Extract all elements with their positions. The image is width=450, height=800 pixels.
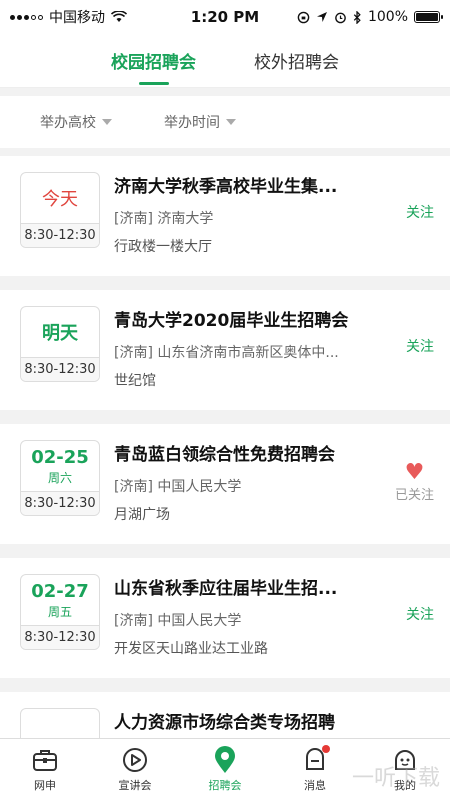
caret-down-icon bbox=[226, 119, 236, 125]
filter-host-time[interactable]: 举办时间 bbox=[164, 112, 236, 132]
alarm-icon bbox=[335, 12, 346, 23]
follow-button[interactable]: 关注 bbox=[406, 336, 434, 356]
follow-button[interactable]: 关注 bbox=[406, 604, 434, 624]
nav-label: 消息 bbox=[304, 778, 326, 792]
event-info: 山东省秋季应往届毕业生招... [济南] 中国人民大学 开发区天山路业达工业路 bbox=[114, 574, 374, 658]
event-time: 8:30-12:30 bbox=[21, 357, 99, 381]
filter-host-university[interactable]: 举办高校 bbox=[40, 112, 112, 132]
event-date: 02-25 bbox=[31, 446, 89, 468]
event-time: 8:30-12:30 bbox=[21, 625, 99, 649]
event-info: 人力资源市场综合类专场招聘 bbox=[114, 708, 374, 733]
nav-messages[interactable]: 消息 bbox=[270, 739, 360, 800]
filter-host-university-label: 举办高校 bbox=[40, 115, 96, 131]
location-pin-icon bbox=[212, 745, 238, 773]
follow-button[interactable]: 关注 bbox=[406, 202, 434, 222]
date-box: 明天 8:30-12:30 bbox=[20, 306, 100, 382]
event-title: 人力资源市场综合类专场招聘 bbox=[114, 713, 335, 733]
watermark: 一听下载 bbox=[351, 766, 440, 791]
event-date: 明天 bbox=[42, 323, 78, 344]
event-weekday: 周五 bbox=[47, 604, 72, 619]
event-list: 今天 8:30-12:30 济南大学秋季高校毕业生集... [济南] 济南大学 … bbox=[0, 156, 450, 800]
date-box: 02-27 周五 8:30-12:30 bbox=[20, 574, 100, 650]
top-tabs: 校园招聘会 校外招聘会 bbox=[0, 34, 450, 88]
date-box: 今天 8:30-12:30 bbox=[20, 172, 100, 248]
caret-down-icon bbox=[102, 119, 112, 125]
event-title: 青岛蓝白领综合性免费招聘会 bbox=[114, 445, 335, 465]
signal-icon bbox=[10, 14, 43, 20]
followed-label: 已关注 bbox=[394, 488, 434, 503]
event-time: 8:30-12:30 bbox=[21, 223, 99, 247]
event-date: 今天 bbox=[42, 189, 78, 210]
event-title: 济南大学秋季高校毕业生集... bbox=[114, 177, 338, 197]
event-title: 青岛大学2020届毕业生招聘会 bbox=[114, 311, 349, 331]
play-icon bbox=[122, 747, 148, 773]
battery-icon bbox=[414, 11, 443, 23]
event-info: 济南大学秋季高校毕业生集... [济南] 济南大学 行政楼一楼大厅 bbox=[114, 172, 374, 256]
message-icon bbox=[302, 744, 330, 773]
event-card[interactable]: 02-27 周五 8:30-12:30 山东省秋季应往届毕业生招... [济南]… bbox=[0, 558, 450, 678]
status-time: 1:20 PM bbox=[190, 8, 260, 26]
wifi-icon bbox=[111, 11, 127, 22]
event-location: [济南] 济南大学 bbox=[114, 211, 214, 227]
nav-presentation[interactable]: 宣讲会 bbox=[90, 739, 180, 800]
date-main: 02-27 周五 bbox=[21, 575, 99, 625]
event-card[interactable]: 明天 8:30-12:30 青岛大学2020届毕业生招聘会 [济南] 山东省济南… bbox=[0, 290, 450, 410]
nav-label: 网申 bbox=[34, 778, 56, 792]
bluetooth-icon bbox=[353, 10, 361, 24]
event-time: 8:30-12:30 bbox=[21, 491, 99, 515]
event-info: 青岛蓝白领综合性免费招聘会 [济南] 中国人民大学 月湖广场 bbox=[114, 440, 374, 524]
status-bar: 中国移动 1:20 PM 100% bbox=[0, 0, 450, 34]
battery-percent: 100% bbox=[367, 9, 408, 25]
event-location: [济南] 中国人民大学 bbox=[114, 479, 242, 495]
event-venue: 世纪馆 bbox=[114, 373, 156, 389]
notification-dot bbox=[322, 744, 330, 753]
tab-offcampus-fair[interactable]: 校外招聘会 bbox=[254, 40, 339, 81]
nav-label: 招聘会 bbox=[208, 778, 242, 792]
bottom-nav: 网申 宣讲会 招聘会 消息 我的 一听下载 bbox=[0, 738, 450, 800]
date-main: 明天 bbox=[21, 307, 99, 357]
nav-label: 宣讲会 bbox=[118, 778, 152, 792]
event-location: [济南] 中国人民大学 bbox=[114, 613, 242, 629]
event-info: 青岛大学2020届毕业生招聘会 [济南] 山东省济南市高新区奥体中... 世纪馆 bbox=[114, 306, 374, 390]
location-arrow-icon bbox=[316, 12, 327, 22]
event-card[interactable]: 今天 8:30-12:30 济南大学秋季高校毕业生集... [济南] 济南大学 … bbox=[0, 156, 450, 276]
event-weekday: 周六 bbox=[47, 470, 72, 485]
filter-host-time-label: 举办时间 bbox=[164, 115, 220, 131]
carrier-label: 中国移动 bbox=[49, 10, 105, 26]
briefcase-icon bbox=[32, 747, 58, 773]
date-box: 02-25 周六 8:30-12:30 bbox=[20, 440, 100, 516]
event-date: 02-27 bbox=[31, 580, 89, 602]
nav-job-fair[interactable]: 招聘会 bbox=[180, 739, 270, 800]
status-left: 中国移动 bbox=[10, 7, 160, 27]
date-main: 今天 bbox=[21, 173, 99, 223]
followed-button[interactable]: ♥ 已关注 bbox=[394, 460, 434, 504]
rotation-lock-icon bbox=[297, 11, 310, 23]
event-venue: 开发区天山路业达工业路 bbox=[114, 641, 268, 657]
status-right: 100% bbox=[290, 9, 443, 25]
event-location: [济南] 山东省济南市高新区奥体中... bbox=[114, 345, 339, 361]
event-venue: 行政楼一楼大厅 bbox=[114, 239, 212, 255]
nav-online-apply[interactable]: 网申 bbox=[0, 739, 90, 800]
heart-icon: ♥ bbox=[404, 460, 425, 485]
filter-bar: 举办高校 举办时间 bbox=[0, 96, 450, 148]
event-card[interactable]: 02-25 周六 8:30-12:30 青岛蓝白领综合性免费招聘会 [济南] 中… bbox=[0, 424, 450, 544]
tab-campus-fair[interactable]: 校园招聘会 bbox=[111, 40, 196, 81]
date-main: 02-25 周六 bbox=[21, 441, 99, 491]
event-venue: 月湖广场 bbox=[114, 507, 170, 523]
event-title: 山东省秋季应往届毕业生招... bbox=[114, 579, 338, 599]
